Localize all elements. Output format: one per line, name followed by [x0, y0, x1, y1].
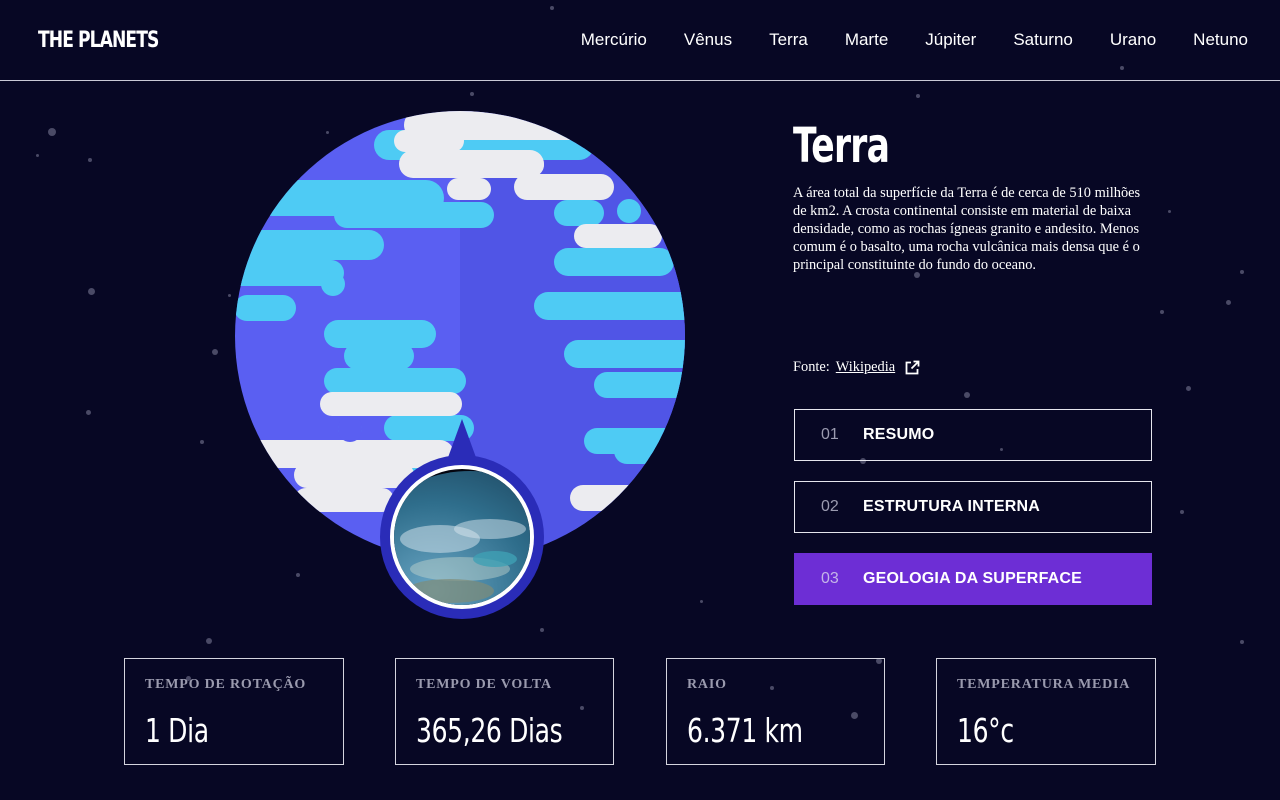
- stat-label: TEMPERATURA MEDIA: [957, 677, 1131, 692]
- stat-value: 6.371 km: [687, 711, 803, 750]
- nav-link-saturno[interactable]: Saturno: [1013, 30, 1073, 50]
- stat-value: 365,26 Dias: [416, 711, 563, 750]
- nav-link-urano[interactable]: Urano: [1110, 30, 1156, 50]
- stat-card-rotation: TEMPO DE ROTAÇÃO 1 Dia: [124, 658, 344, 765]
- tab-label: GEOLOGIA DA SUPERFACE: [863, 570, 1083, 587]
- tab-resumo[interactable]: 01 RESUMO: [794, 409, 1152, 461]
- source-line: Fonte: Wikipedia: [793, 359, 920, 376]
- nav-link-marte[interactable]: Marte: [845, 30, 888, 50]
- stat-label: TEMPO DE VOLTA: [416, 677, 552, 692]
- planet-description: A área total da superfície da Terra é de…: [793, 185, 1141, 273]
- external-link-icon[interactable]: [904, 360, 920, 376]
- stat-label: TEMPO DE ROTAÇÃO: [145, 677, 307, 692]
- source-label: Fonte:: [793, 359, 830, 375]
- tab-label: ESTRUTURA INTERNA: [863, 498, 1041, 515]
- nav-link-venus[interactable]: Vênus: [684, 30, 732, 50]
- tab-number: 02: [821, 498, 839, 515]
- tab-geologia-da-superface[interactable]: 03 GEOLOGIA DA SUPERFACE: [794, 553, 1152, 605]
- nav-link-netuno[interactable]: Netuno: [1193, 30, 1248, 50]
- stat-value: 1 Dia: [145, 711, 209, 750]
- planet-nav: Mercúrio Vênus Terra Marte Júpiter Satur…: [581, 30, 1248, 50]
- surface-geology-badge: [380, 419, 544, 619]
- planet-title: Terra: [793, 118, 890, 174]
- nav-link-jupiter[interactable]: Júpiter: [925, 30, 976, 50]
- stat-value: 16°c: [957, 711, 1014, 750]
- tab-number: 03: [821, 570, 839, 587]
- nav-link-mercurio[interactable]: Mercúrio: [581, 30, 647, 50]
- stat-card-temperature: TEMPERATURA MEDIA 16°c: [936, 658, 1156, 765]
- nav-link-terra[interactable]: Terra: [769, 30, 808, 50]
- site-logo[interactable]: THE PLANETS: [38, 28, 159, 53]
- stat-card-radius: RAIO 6.371 km: [666, 658, 885, 765]
- tab-label: RESUMO: [863, 426, 935, 443]
- planet-info-tabs: 01 RESUMO 02 ESTRUTURA INTERNA 03 GEOLOG…: [794, 409, 1152, 625]
- stat-card-revolution: TEMPO DE VOLTA 365,26 Dias: [395, 658, 614, 765]
- stat-label: RAIO: [687, 677, 727, 692]
- tab-estrutura-interna[interactable]: 02 ESTRUTURA INTERNA: [794, 481, 1152, 533]
- planet-stats: TEMPO DE ROTAÇÃO 1 Dia TEMPO DE VOLTA 36…: [124, 658, 1156, 765]
- wikipedia-link[interactable]: Wikipedia: [836, 359, 895, 376]
- tab-number: 01: [821, 426, 839, 443]
- top-navigation-bar: THE PLANETS Mercúrio Vênus Terra Marte J…: [0, 0, 1280, 81]
